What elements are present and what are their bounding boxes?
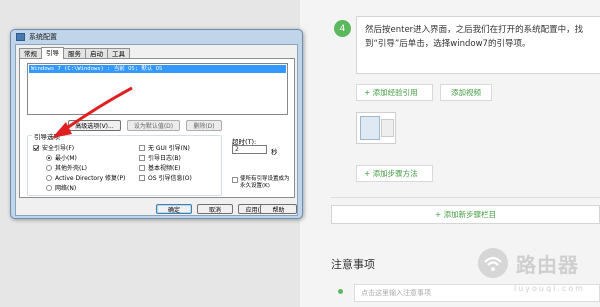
add-video-button[interactable]: 添加视频 [440, 84, 492, 101]
router-logo-icon [478, 248, 508, 278]
system-config-icon [16, 33, 25, 41]
os-list[interactable]: Windows 7 (C:\Windows) : 当前 OS; 默认 OS [27, 63, 288, 115]
radio-icon [46, 164, 52, 171]
os-list-item[interactable]: Windows 7 (C:\Windows) : 当前 OS; 默认 OS [29, 65, 286, 73]
add-experience-button[interactable]: + 添加经验引用 [356, 84, 433, 101]
system-config-dialog: 系统配置 常规 引导 服务 启动 工具 Windows 7 (C:\Window… [10, 29, 303, 219]
radio-network-label: 网络(N) [55, 185, 77, 192]
radio-minimal-label: 最小(M) [55, 155, 77, 162]
permanent-settings-label: 使所有引导设置成为永久设置(K) [240, 176, 290, 189]
section-divider [331, 197, 600, 198]
base-video-label: 基本视频(E) [148, 165, 181, 172]
radio-minimal[interactable]: 最小(M) [46, 153, 77, 162]
safe-boot-label: 安全引导(F) [42, 145, 75, 152]
dialog-titlebar[interactable]: 系统配置 [11, 30, 302, 44]
watermark-url: luyouqi.com [514, 284, 585, 293]
notes-title: 注意事项 [331, 258, 375, 271]
no-gui-boot-label: 无 GUI 引导(N) [148, 145, 190, 152]
dialog-client-area: 常规 引导 服务 启动 工具 Windows 7 (C:\Windows) : … [15, 44, 298, 216]
step-text-editor[interactable]: 然后按enter进入界面，之后我们在打开的系统配置中，找到“引导”后单击，选择w… [356, 16, 600, 74]
os-boot-info-label: OS 引导信息(O) [148, 175, 192, 182]
thumbnail-panel-preview [381, 119, 394, 137]
radio-network[interactable]: 网络(N) [46, 183, 76, 192]
set-default-button[interactable]: 设为默认值(D) [127, 120, 180, 131]
notes-bullet-dot [338, 289, 343, 294]
tab-boot[interactable]: 引导 [41, 47, 64, 59]
safe-boot-checkbox[interactable]: 安全引导(F) [33, 143, 74, 152]
timeout-input[interactable]: 2 [232, 145, 267, 154]
checkbox-checked-icon [33, 144, 39, 151]
permanent-settings-checkbox[interactable]: 使所有引导设置成为永久设置(K) [232, 176, 294, 190]
step-image-thumbnail[interactable] [356, 112, 396, 144]
help-button[interactable]: 帮助 [260, 204, 297, 214]
add-method-button[interactable]: + 添加步骤方法 [356, 165, 433, 182]
watermark-brand: 路由器 [516, 252, 579, 277]
radio-alternate-shell-label: 其他外壳(L) [55, 165, 88, 172]
thumbnail-window-preview [360, 116, 380, 140]
boot-log-checkbox[interactable]: 引导日志(B) [139, 153, 181, 162]
base-video-checkbox[interactable]: 基本视频(E) [139, 163, 180, 172]
add-section-button[interactable]: + 添加新步骤栏目 [331, 205, 600, 224]
radio-active-directory-label: Active Directory 修复(P) [55, 175, 126, 182]
radio-active-directory-repair[interactable]: Active Directory 修复(P) [46, 173, 125, 182]
checkbox-icon [139, 144, 145, 151]
watermark: 路由器 luyouqi.com [476, 246, 583, 293]
radio-icon [46, 184, 52, 191]
radio-alternate-shell[interactable]: 其他外壳(L) [46, 163, 87, 172]
dialog-title: 系统配置 [29, 33, 57, 41]
checkbox-icon [139, 154, 145, 161]
checkbox-icon [232, 177, 238, 183]
boot-options-label: 引导选项 [32, 131, 62, 141]
no-gui-boot-checkbox[interactable]: 无 GUI 引导(N) [139, 143, 190, 152]
checkbox-icon [139, 164, 145, 171]
timeout-unit: 秒 [271, 148, 278, 156]
boot-log-label: 引导日志(B) [148, 155, 181, 162]
checkbox-icon [139, 174, 145, 181]
radio-selected-icon [46, 154, 52, 161]
os-boot-info-checkbox[interactable]: OS 引导信息(O) [139, 173, 192, 182]
step-number-badge: 4 [334, 20, 351, 37]
delete-button[interactable]: 删除(D) [186, 120, 222, 131]
radio-icon [46, 174, 52, 181]
cancel-button[interactable]: 取消 [197, 204, 233, 214]
boot-tab-panel: Windows 7 (C:\Windows) : 当前 OS; 默认 OS 高级… [19, 58, 295, 198]
advanced-options-button[interactable]: 高级选项(V)... [68, 120, 121, 131]
ok-button[interactable]: 确定 [156, 204, 192, 214]
